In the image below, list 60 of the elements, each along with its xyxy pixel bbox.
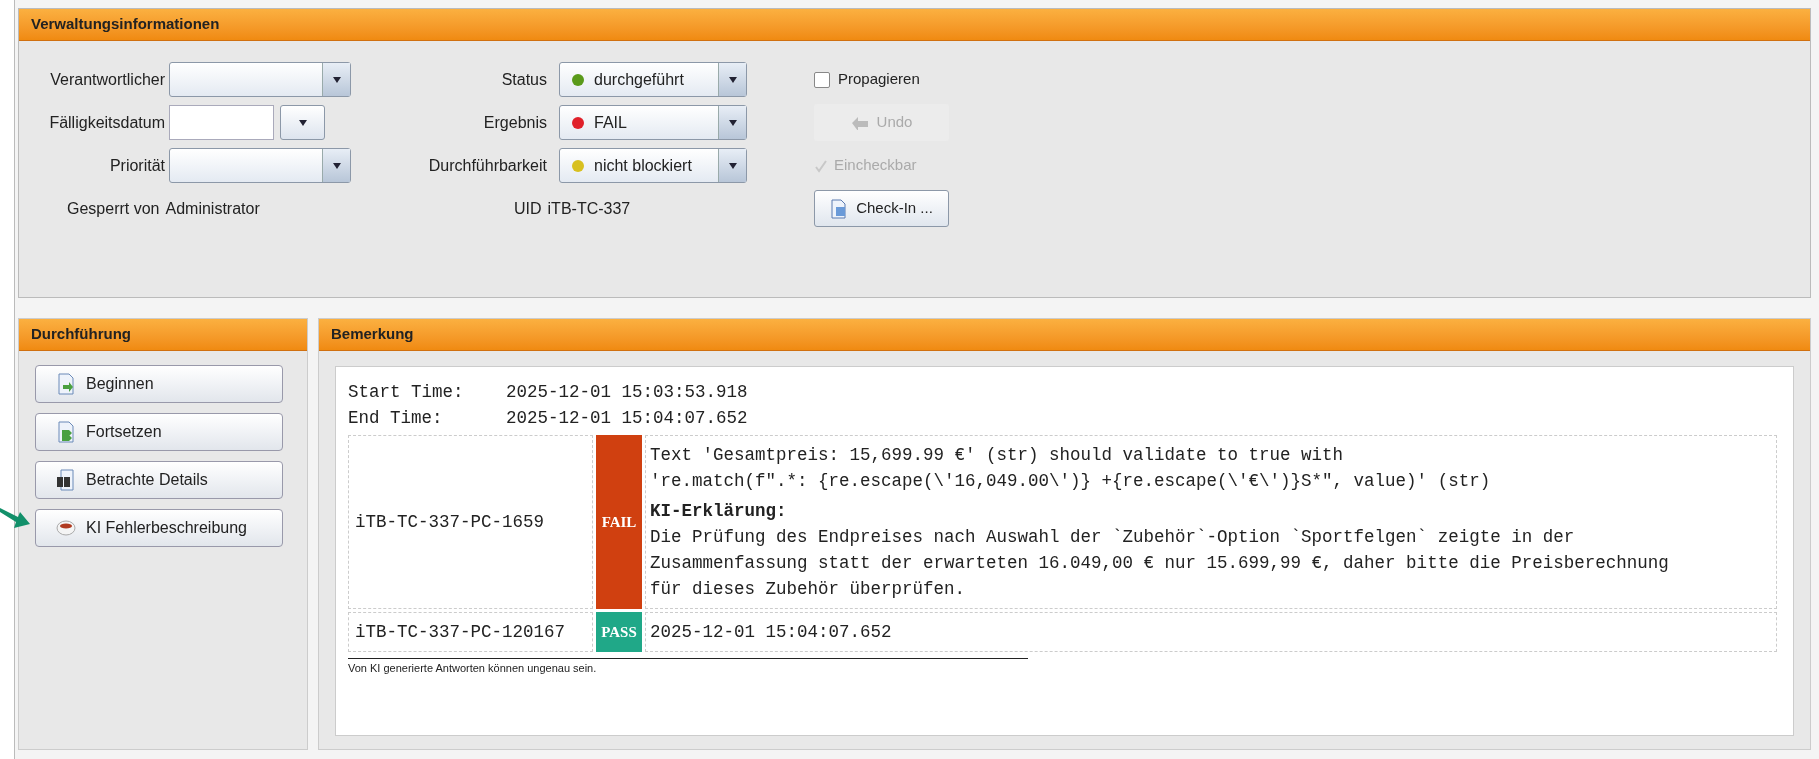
result-message: 're.match(f".*: {re.escape(\'16,049.00\')} +{re.escape(\'€\')}S*", value)' (str) — [650, 470, 1492, 493]
action-button[interactable]: Beginnen — [35, 365, 283, 403]
status-badge: FAIL — [596, 435, 642, 609]
panel-title: Bemerkung — [319, 319, 1810, 351]
caret-icon — [727, 118, 738, 127]
checkbox[interactable] — [814, 71, 830, 88]
result-id-cell: iTB-TC-337-PC-1659 — [348, 435, 593, 609]
dropdown-button[interactable] — [718, 63, 746, 96]
status-badge: PASS — [596, 612, 642, 652]
explanation-text: Zusammenfassung statt der erwarteten 16.049,00 € nur 15.699,99 €, daher bitte die Preisberechnung — [650, 552, 1670, 575]
explanation-text: für dieses Zubehör überprüfen. — [650, 578, 967, 601]
result-message: Text 'Gesamtpreis: 15,699.99 €' (str) should validate to true with — [650, 444, 1345, 467]
action-button[interactable]: Betrachte Details — [35, 461, 283, 499]
time-value: 2025-12-01 15:03:53.918 — [506, 381, 748, 404]
caret-icon — [331, 75, 342, 84]
checkbox-label: Propagieren — [838, 69, 920, 90]
field-label: Durchführbarkeit — [427, 155, 548, 176]
field-label: Priorität — [108, 155, 166, 176]
field-value: Administrator — [165, 198, 260, 219]
dropdown-button[interactable] — [322, 63, 350, 96]
time-label: Start Time: — [348, 381, 465, 404]
document-icon — [830, 198, 849, 219]
field-label: Gesperrt von — [67, 198, 160, 219]
checkbox-label: Eincheckbar — [834, 155, 917, 176]
result-id-cell: iTB-TC-337-PC-120167 — [348, 612, 593, 652]
combo-box[interactable]: nicht blockiert — [559, 148, 747, 183]
action-button[interactable]: KI Fehlerbeschreibung — [35, 509, 283, 547]
explanation-title: KI-Erklärung: — [650, 500, 788, 523]
caret-icon — [727, 161, 738, 170]
pointer-arrow-icon — [0, 508, 30, 528]
caret-icon — [297, 118, 308, 127]
caret-icon — [727, 75, 738, 84]
time-label: End Time: — [348, 407, 444, 430]
panel-title: Durchführung — [19, 319, 307, 351]
field-label: UID — [514, 198, 542, 219]
check-in-button[interactable]: Check-In ... — [814, 190, 949, 227]
time-value: 2025-12-01 15:04:07.652 — [506, 407, 748, 430]
field-label: Verantwortlicher — [49, 69, 166, 90]
dropdown-button[interactable] — [322, 149, 350, 182]
dropdown-button[interactable] — [718, 106, 746, 139]
combo-box[interactable]: FAIL — [559, 105, 747, 140]
caret-icon — [331, 161, 342, 170]
action-button[interactable]: Fortsetzen — [35, 413, 283, 451]
result-message: 2025-12-01 15:04:07.652 — [650, 621, 893, 644]
binoculars-icon — [56, 469, 76, 491]
document-arrows-icon — [56, 421, 76, 443]
undo-icon — [850, 115, 869, 130]
document-arrow-icon — [56, 373, 76, 395]
date-field[interactable] — [169, 105, 274, 140]
panel-title: Verwaltungsinformationen — [19, 9, 1810, 41]
combo-box[interactable]: durchgeführt — [559, 62, 747, 97]
cup-icon — [56, 520, 76, 536]
field-label: Fälligkeitsdatum — [48, 112, 166, 133]
explanation-text: Die Prüfung des Endpreises nach Auswahl der `Zubehör`-Option `Sportfelgen` zeigte in der — [650, 526, 1576, 549]
dropdown-button[interactable] — [718, 149, 746, 182]
disclaimer-text: Von KI generierte Antworten können ungenau sein. — [348, 658, 1028, 675]
field-label: Status — [500, 69, 548, 90]
field-label: Ergebnis — [482, 112, 548, 133]
date-picker-button[interactable] — [280, 105, 325, 140]
field-value: iTB-TC-337 — [547, 198, 631, 219]
